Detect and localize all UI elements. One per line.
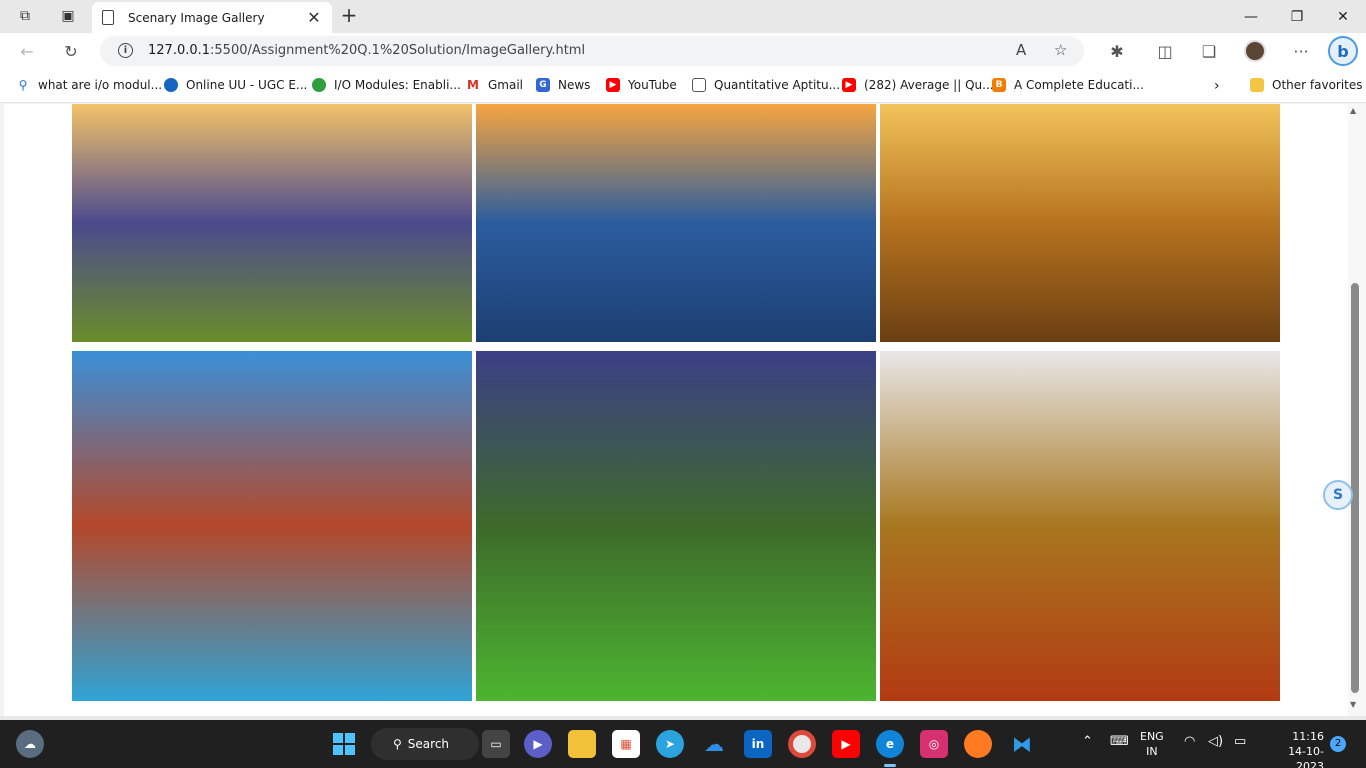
favorite-item[interactable]: ▶ YouTube [606,78,677,92]
minimize-button[interactable]: — [1228,0,1274,33]
browser-title-bar: ⧉ ▣ Scenary Image Gallery ✕ + — ❐ ✕ [0,0,1366,33]
favorite-star-icon[interactable]: ☆ [1054,41,1067,59]
collections-icon[interactable]: ❏ [1196,39,1222,63]
scroll-up-icon[interactable]: ▲ [1350,106,1356,115]
sunset-mountain-meadow-image [72,104,472,342]
new-tab-button[interactable]: + [336,4,362,28]
favorite-item[interactable]: Online UU - UGC E... [164,78,307,92]
favorite-item[interactable]: I/O Modules: Enabli... [312,78,461,92]
search-icon: ⚲ [18,78,28,92]
language-indicator[interactable]: ENG IN [1140,729,1164,759]
copilot-icon[interactable]: b [1328,36,1358,66]
youtube-icon[interactable]: ▶ [832,730,860,758]
settings-more-icon[interactable]: ··· [1288,39,1314,63]
url-text[interactable]: 127.0.0.1:5500/Assignment%20Q.1%20Soluti… [148,43,585,58]
news-icon: G [536,78,550,92]
linkedin-icon[interactable]: in [744,730,772,758]
uu-logo-icon [164,78,178,92]
volume-icon[interactable]: ◁) [1208,734,1223,749]
address-bar[interactable]: i 127.0.0.1:5500/Assignment%20Q.1%20Solu… [100,36,1084,66]
tab-actions-icon[interactable]: ▣ [55,4,81,28]
close-window-button[interactable]: ✕ [1320,0,1366,33]
favorite-item[interactable]: Quantitative Aptitu... [692,78,840,92]
navigation-bar: ← ↻ i 127.0.0.1:5500/Assignment%20Q.1%20… [0,33,1366,69]
refresh-button[interactable]: ↻ [58,39,84,63]
blogger-icon: B [992,78,1006,92]
task-view-icon[interactable]: ▭ [482,730,510,758]
youtube-icon: ▶ [842,78,856,92]
document-icon [102,10,114,25]
autumn-lakeside-tree-image [880,351,1280,701]
instagram-icon[interactable]: ◎ [920,730,948,758]
green-valley-sunset-image [476,351,876,701]
system-clock[interactable]: 11:16 14-10-2023 [1262,729,1324,768]
battery-icon[interactable]: ▭ [1234,734,1246,749]
vscode-icon[interactable]: ⧓ [1008,730,1036,758]
scroll-down-icon[interactable]: ▼ [1350,700,1356,709]
edge-icon[interactable]: e [876,730,904,758]
split-screen-icon[interactable]: ◫ [1152,39,1178,63]
firefox-icon[interactable] [964,730,992,758]
scrollbar-thumb[interactable] [1351,283,1359,693]
favorite-item[interactable]: G News [536,78,590,92]
gmail-icon: M [467,78,479,92]
other-favorites[interactable]: Other favorites [1250,78,1363,92]
read-aloud-icon[interactable]: A [1016,41,1026,59]
active-app-indicator [884,764,896,767]
chevron-up-icon[interactable]: ⌃ [1082,734,1093,749]
workspaces-icon[interactable]: ⧉ [12,4,38,28]
leaf-icon [312,78,326,92]
favorite-item[interactable]: M Gmail [466,78,523,92]
profile-avatar[interactable] [1242,39,1268,63]
favorite-item[interactable]: ⚲ what are i/o modul... [16,78,162,92]
favorite-item[interactable]: ▶ (282) Average || Qu... [842,78,994,92]
browser-tab[interactable]: Scenary Image Gallery ✕ [92,2,332,33]
mountain-lake-reflection-image [72,351,472,701]
microsoft-store-icon[interactable]: ▦ [612,730,640,758]
file-explorer-icon[interactable] [568,730,596,758]
frosty-rocks-lake-image [476,104,876,342]
favorites-bar: ⚲ what are i/o modul... Online UU - UGC … [0,69,1366,103]
document-icon [692,78,706,92]
onedrive-icon[interactable]: ☁ [700,730,728,758]
extensions-icon[interactable]: ✱ [1104,39,1130,63]
start-button[interactable] [330,730,358,758]
site-info-icon[interactable]: i [118,43,133,58]
tab-title: Scenary Image Gallery [128,10,265,25]
keyboard-icon[interactable]: ⌨ [1110,734,1129,749]
taskbar-search-button[interactable]: ⚲ Search [371,728,479,760]
folder-icon [1250,78,1264,92]
chrome-icon[interactable] [788,730,816,758]
teams-chat-icon[interactable]: ▶ [524,730,552,758]
notification-badge[interactable]: 2 [1330,736,1346,752]
weather-icon[interactable]: ☁ [16,730,44,758]
favorite-item[interactable]: B A Complete Educati... [992,78,1144,92]
restore-button[interactable]: ❐ [1274,0,1320,33]
youtube-icon: ▶ [606,78,620,92]
telegram-icon[interactable]: ➤ [656,730,684,758]
windows-taskbar: ☁ ⚲ Search ▭ ▶ ▦ ➤ ☁ in ▶ e ◎ ⧓ ⌃ ⌨ ENG … [0,720,1366,768]
wifi-icon[interactable]: ◠ [1184,734,1195,749]
page-content [4,104,1348,716]
chevron-right-icon[interactable]: › [1214,78,1220,94]
close-tab-icon[interactable]: ✕ [306,8,322,27]
search-icon: ⚲ [393,737,402,751]
back-button[interactable]: ← [14,39,40,63]
autumn-canal-reflection-image [880,104,1280,342]
sidebar-search-icon[interactable]: S [1323,480,1353,510]
